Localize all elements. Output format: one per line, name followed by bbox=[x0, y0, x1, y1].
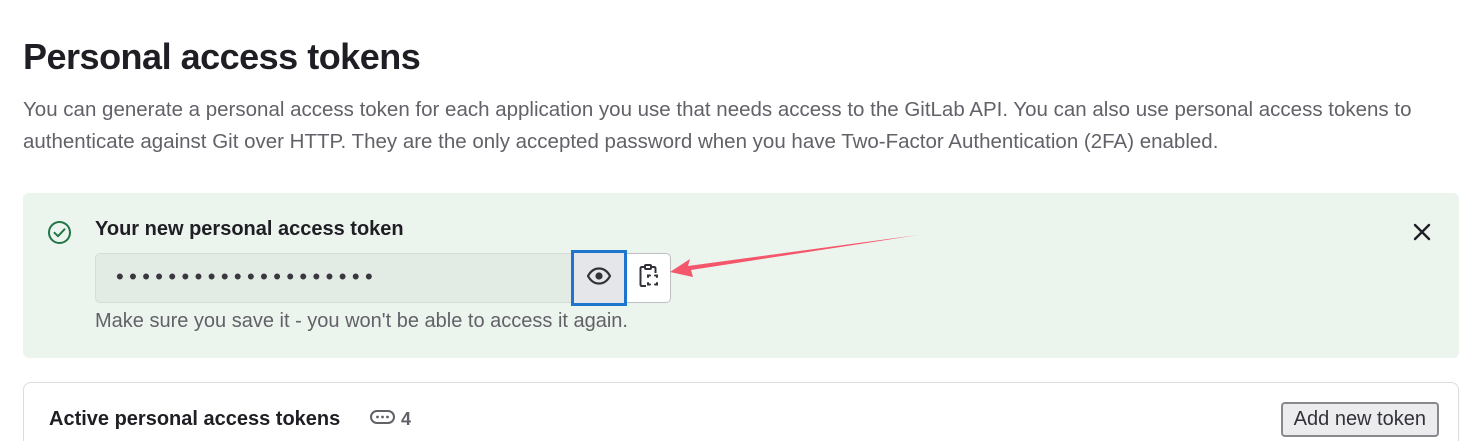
add-new-token-button[interactable]: Add new token bbox=[1280, 402, 1439, 437]
copy-token-button[interactable] bbox=[627, 253, 671, 303]
eye-icon bbox=[586, 266, 612, 290]
token-icon bbox=[370, 407, 395, 431]
token-count: 4 bbox=[370, 407, 411, 431]
reveal-token-button[interactable] bbox=[571, 250, 627, 306]
page-description: You can generate a personal access token… bbox=[23, 98, 1412, 153]
alert-hint: Make sure you save it - you won't be abl… bbox=[95, 310, 628, 332]
page: Personal access tokens You can generate … bbox=[0, 0, 1482, 441]
clipboard-icon bbox=[639, 263, 659, 293]
card-title: Active personal access tokens bbox=[49, 408, 341, 430]
close-icon[interactable] bbox=[1411, 221, 1433, 243]
page-title: Personal access tokens bbox=[23, 36, 421, 77]
check-circle-icon bbox=[47, 220, 72, 245]
token-field[interactable]: •••••••••••••••••••• bbox=[95, 253, 571, 303]
token-count-value: 4 bbox=[401, 409, 412, 429]
new-token-alert: Your new personal access token •••••••••… bbox=[23, 193, 1459, 358]
active-tokens-card: Active personal access tokens 4 Add new … bbox=[23, 382, 1459, 441]
alert-title: Your new personal access token bbox=[95, 218, 404, 240]
